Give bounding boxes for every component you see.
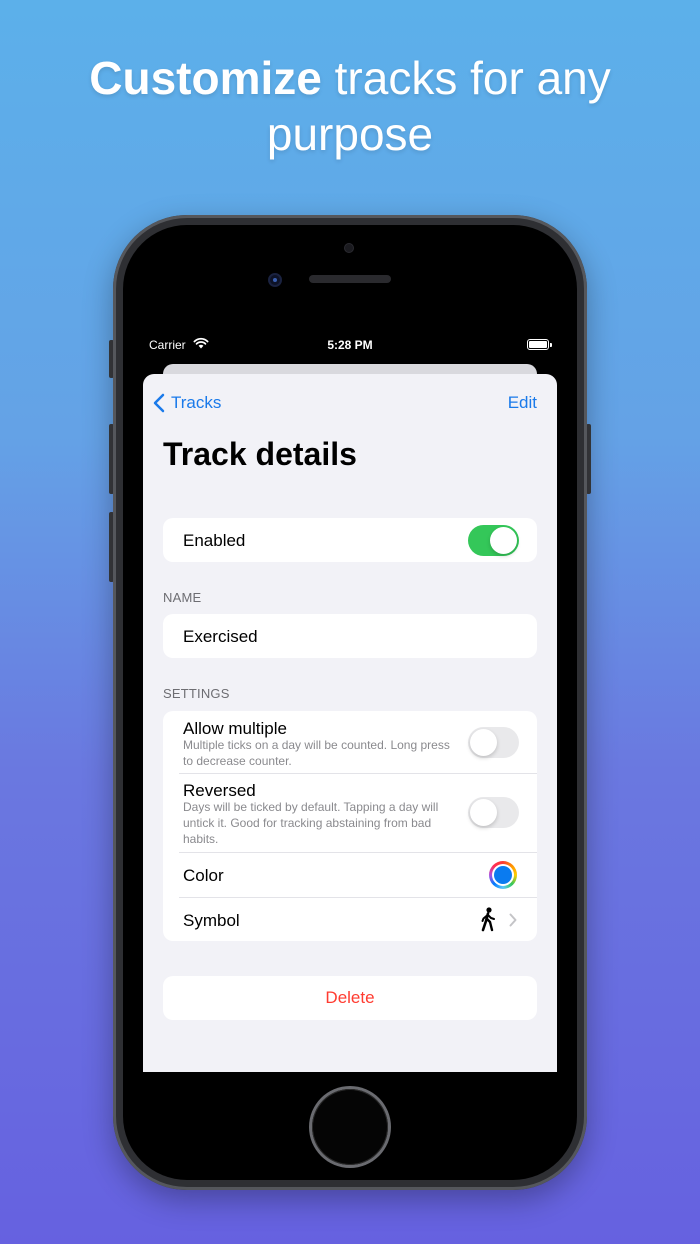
home-button[interactable] xyxy=(312,1089,388,1165)
chevron-left-icon xyxy=(153,393,165,413)
marketing-headline: Customize tracks for any purpose xyxy=(0,50,700,162)
reversed-toggle[interactable] xyxy=(468,797,519,828)
reversed-label: Reversed xyxy=(183,781,256,800)
toggle-knob xyxy=(470,729,497,756)
name-section-header: NAME xyxy=(163,590,202,605)
earpiece-speaker xyxy=(309,275,391,283)
delete-label: Delete xyxy=(325,988,375,1007)
symbol-row[interactable]: Symbol xyxy=(163,898,537,941)
delete-group: Delete xyxy=(163,976,537,1020)
symbol-label: Symbol xyxy=(183,911,240,930)
reversed-description: Days will be ticked by default. Tapping … xyxy=(183,800,439,846)
color-row[interactable]: Color xyxy=(163,853,537,897)
status-time: 5:28 PM xyxy=(327,338,373,352)
settings-section-header: SETTINGS xyxy=(163,686,230,701)
delete-button[interactable]: Delete xyxy=(163,976,537,1020)
enabled-label: Enabled xyxy=(183,531,246,550)
toggle-knob xyxy=(490,527,517,554)
track-details-screen: Tracks Edit Track details Enabled NAME E… xyxy=(143,374,557,1072)
battery-icon xyxy=(527,339,552,350)
edit-button[interactable]: Edit xyxy=(508,393,537,413)
name-group: Exercised xyxy=(163,614,537,658)
allow-multiple-label: Allow multiple xyxy=(183,719,287,738)
settings-group: Allow multiple Multiple ticks on a day w… xyxy=(163,711,537,941)
proximity-sensor xyxy=(344,243,354,253)
color-well[interactable] xyxy=(489,861,517,889)
front-camera-icon xyxy=(268,273,282,287)
status-bar: Carrier 5:28 PM xyxy=(143,335,557,355)
allow-multiple-description: Multiple ticks on a day will be counted.… xyxy=(183,738,450,768)
back-label: Tracks xyxy=(171,393,222,412)
page-title: Track details xyxy=(163,436,357,472)
figure-walk-icon xyxy=(481,907,495,932)
back-button[interactable]: Tracks xyxy=(153,392,221,414)
name-value: Exercised xyxy=(183,627,258,646)
toggle-knob xyxy=(470,799,497,826)
reversed-row: Reversed Days will be ticked by default.… xyxy=(163,774,537,852)
allow-multiple-row: Allow multiple Multiple ticks on a day w… xyxy=(163,711,537,773)
enabled-toggle[interactable] xyxy=(468,525,519,556)
name-row[interactable]: Exercised xyxy=(163,614,537,658)
color-label: Color xyxy=(183,866,224,885)
chevron-right-icon xyxy=(509,913,517,927)
selected-color-dot xyxy=(494,866,512,884)
enabled-row: Enabled xyxy=(163,518,537,562)
allow-multiple-toggle[interactable] xyxy=(468,727,519,758)
enabled-group: Enabled xyxy=(163,518,537,562)
headline-bold: Customize xyxy=(89,52,322,104)
